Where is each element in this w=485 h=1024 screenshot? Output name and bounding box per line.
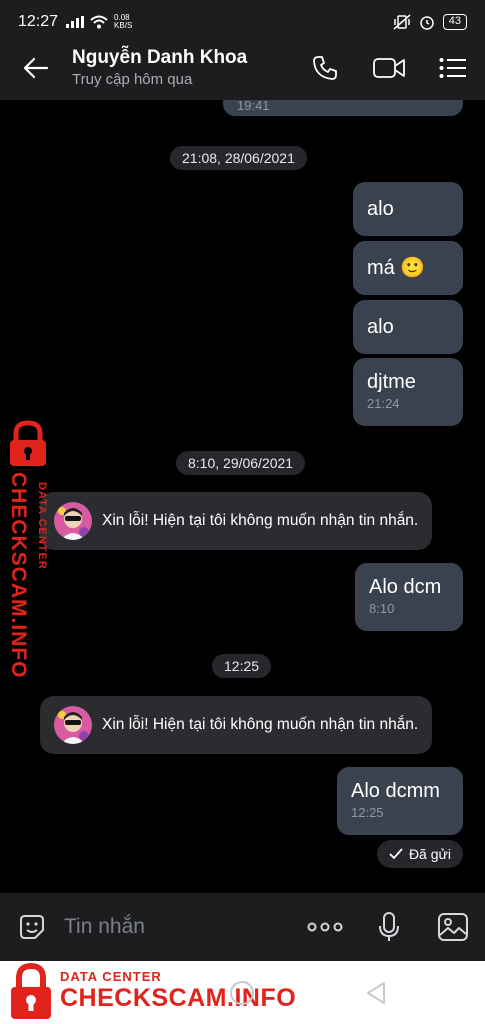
date-separator: 12:25: [212, 654, 272, 678]
menu-button[interactable]: [421, 36, 485, 100]
photo-button[interactable]: [421, 893, 485, 961]
message-bubble-outgoing[interactable]: Alo dcm 8:10: [355, 563, 463, 631]
arrow-left-icon: [23, 57, 49, 79]
wifi-icon: [90, 15, 108, 29]
message-bubble-outgoing[interactable]: Alo dcmm 12:25: [337, 767, 463, 835]
more-options-button[interactable]: [293, 893, 357, 961]
message-bubble-incoming[interactable]: Xin lỗi! Hiện tại tôi không muốn nhận ti…: [40, 492, 433, 550]
delivery-status: Đã gửi: [376, 840, 463, 868]
chat-header: Nguyễn Danh Khoa Truy cập hôm qua: [0, 36, 485, 100]
avatar-image: [54, 502, 92, 540]
message-bubble-outgoing[interactable]: má 🙂: [353, 241, 463, 295]
message-time: 19:41: [237, 100, 270, 113]
watermark-small-text: DATA CENTER: [36, 482, 48, 570]
network-speed: 0.08 KB/S: [114, 14, 132, 30]
list-menu-icon: [439, 58, 466, 78]
more-horizontal-icon: [307, 922, 343, 932]
message-time: 21:24: [367, 396, 400, 411]
message-input[interactable]: Tin nhắn: [64, 915, 293, 939]
message-bubble-incoming[interactable]: Xin lỗi! Hiện tại tôi không muốn nhận ti…: [40, 696, 433, 754]
back-button[interactable]: [0, 36, 72, 100]
message-text: Alo dcm: [369, 576, 442, 598]
phone-icon: [313, 56, 337, 80]
microphone-icon: [379, 912, 399, 941]
sticker-icon: [20, 915, 44, 939]
home-button[interactable]: [230, 981, 254, 1005]
video-camera-icon: [373, 58, 405, 78]
network-speed-unit: KB/S: [114, 21, 133, 30]
message-text: Alo dcmm: [351, 780, 440, 802]
avatar[interactable]: [54, 706, 92, 744]
delivery-status-label: Đã gửi: [408, 846, 451, 862]
message-text: alo: [367, 198, 394, 220]
message-text: alo: [367, 316, 394, 338]
checkmark-icon: [389, 848, 403, 860]
signal-icon: [66, 16, 85, 28]
voice-call-button[interactable]: [293, 36, 357, 100]
voice-message-button[interactable]: [357, 893, 421, 961]
message-time: 8:10: [369, 601, 395, 616]
message-bubble-outgoing[interactable]: djtme 21:24: [353, 358, 463, 426]
system-nav-bar: DATA CENTER CHECKSCAM.INFO: [0, 961, 485, 1024]
watermark-big-text: CHECKSCAM.INFO: [60, 984, 297, 1012]
video-call-button[interactable]: [357, 36, 421, 100]
contact-info[interactable]: Nguyễn Danh Khoa Truy cập hôm qua: [72, 46, 247, 90]
avatar-image: [54, 706, 92, 744]
date-separator: 21:08, 28/06/2021: [170, 146, 307, 170]
message-text: Xin lỗi! Hiện tại tôi không muốn nhận ti…: [102, 512, 419, 529]
nav-back-icon[interactable]: [365, 981, 387, 1005]
message-composer: Tin nhắn: [0, 893, 485, 961]
contact-status: Truy cập hôm qua: [72, 71, 193, 88]
message-bubble-outgoing[interactable]: alo: [353, 182, 463, 236]
watermark-big-text: CHECKSCAM.INFO: [7, 472, 30, 679]
avatar[interactable]: [54, 502, 92, 540]
message-text: Xin lỗi! Hiện tại tôi không muốn nhận ti…: [102, 716, 419, 733]
message-text: djtme: [367, 371, 416, 393]
watermark-small-text: DATA CENTER: [60, 969, 162, 984]
vibrate-icon: [393, 14, 411, 30]
alarm-icon: [420, 16, 434, 30]
message-list[interactable]: 19:41 21:08, 28/06/2021 alo má 🙂 alo djt…: [0, 100, 485, 892]
sticker-button[interactable]: [0, 893, 64, 961]
date-separator: 8:10, 29/06/2021: [176, 451, 306, 475]
battery-indicator: 43: [442, 14, 467, 30]
message-bubble-outgoing[interactable]: 19:41: [223, 100, 463, 116]
message-time: 12:25: [351, 805, 384, 820]
watermark-vertical: DATA CENTER CHECKSCAM.INFO: [2, 420, 56, 679]
lock-icon: [10, 420, 46, 466]
message-bubble-outgoing[interactable]: alo: [353, 300, 463, 354]
image-icon: [438, 913, 468, 941]
message-text: má 🙂: [367, 257, 426, 279]
clock: 12:27: [18, 13, 59, 30]
contact-name: Nguyễn Danh Khoa: [72, 47, 248, 68]
lock-icon: [11, 963, 51, 1019]
